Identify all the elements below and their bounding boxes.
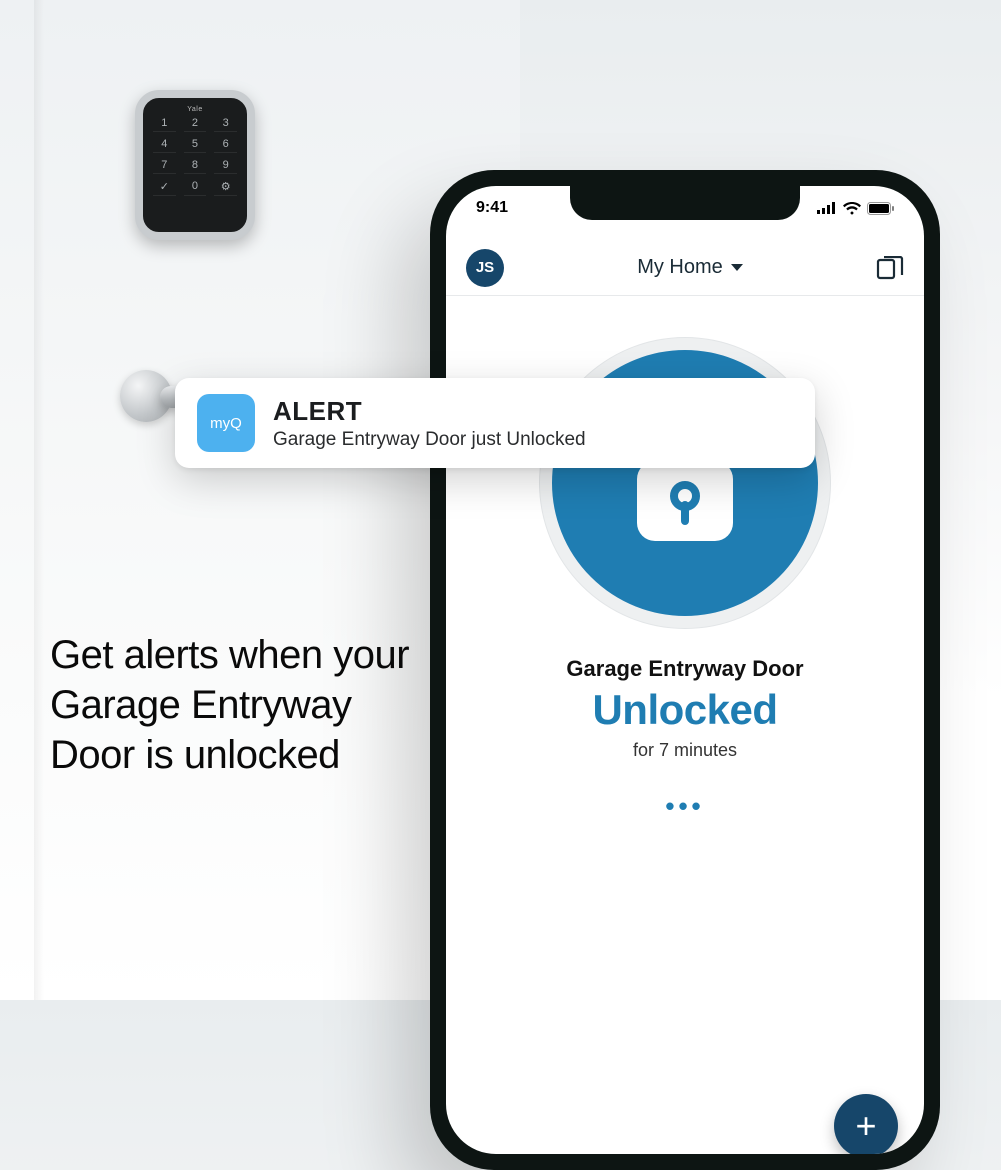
toast-message: Garage Entryway Door just Unlocked (273, 429, 586, 451)
keypad-key: 7 (153, 159, 176, 174)
keypad-key: 5 (184, 138, 207, 153)
status-time: 9:41 (476, 199, 508, 217)
keypad-brand: Yale (187, 106, 203, 113)
device-duration: for 7 minutes (633, 740, 737, 761)
battery-icon (867, 202, 894, 215)
more-options-button[interactable]: ••• (665, 791, 704, 822)
smart-lock-keypad: Yale 1 2 3 4 5 6 7 8 9 ✓ 0 ⚙ (135, 90, 255, 240)
chevron-down-icon (731, 264, 743, 271)
keypad-key: 8 (184, 159, 207, 174)
device-name: Garage Entryway Door (566, 656, 803, 682)
avatar[interactable]: JS (466, 249, 504, 287)
add-device-button[interactable]: + (834, 1094, 898, 1154)
wifi-icon (843, 202, 861, 215)
notification-toast[interactable]: myQ ALERT Garage Entryway Door just Unlo… (175, 378, 815, 468)
keypad-key: 0 (184, 180, 207, 196)
home-selector-label: My Home (637, 256, 723, 279)
phone-screen: 9:41 JS My Home (446, 186, 924, 1154)
app-header: JS My Home (446, 240, 924, 296)
toast-title: ALERT (273, 396, 586, 427)
keypad-key: 9 (214, 159, 237, 174)
keypad-key: ⚙ (214, 180, 237, 196)
phone-frame: 9:41 JS My Home (430, 170, 940, 1170)
home-selector[interactable]: My Home (637, 256, 743, 279)
device-status: Unlocked (592, 686, 777, 734)
keypad-key: 1 (153, 117, 176, 132)
keypad-key: ✓ (153, 180, 176, 196)
keypad-key: 4 (153, 138, 176, 153)
keypad-key: 3 (214, 117, 237, 132)
phone-notch (570, 186, 800, 220)
cellular-signal-icon (817, 202, 837, 214)
marketing-caption: Get alerts when your Garage Entryway Doo… (50, 630, 410, 780)
rooms-icon[interactable] (876, 256, 904, 280)
keypad-key: 2 (184, 117, 207, 132)
keypad-key: 6 (214, 138, 237, 153)
toast-app-icon: myQ (197, 394, 255, 452)
